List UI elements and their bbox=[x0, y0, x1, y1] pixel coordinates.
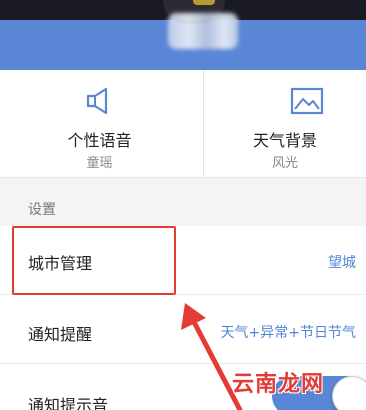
watermark: 云南龙网 bbox=[232, 372, 325, 397]
pointer-arrow-icon bbox=[181, 303, 243, 410]
